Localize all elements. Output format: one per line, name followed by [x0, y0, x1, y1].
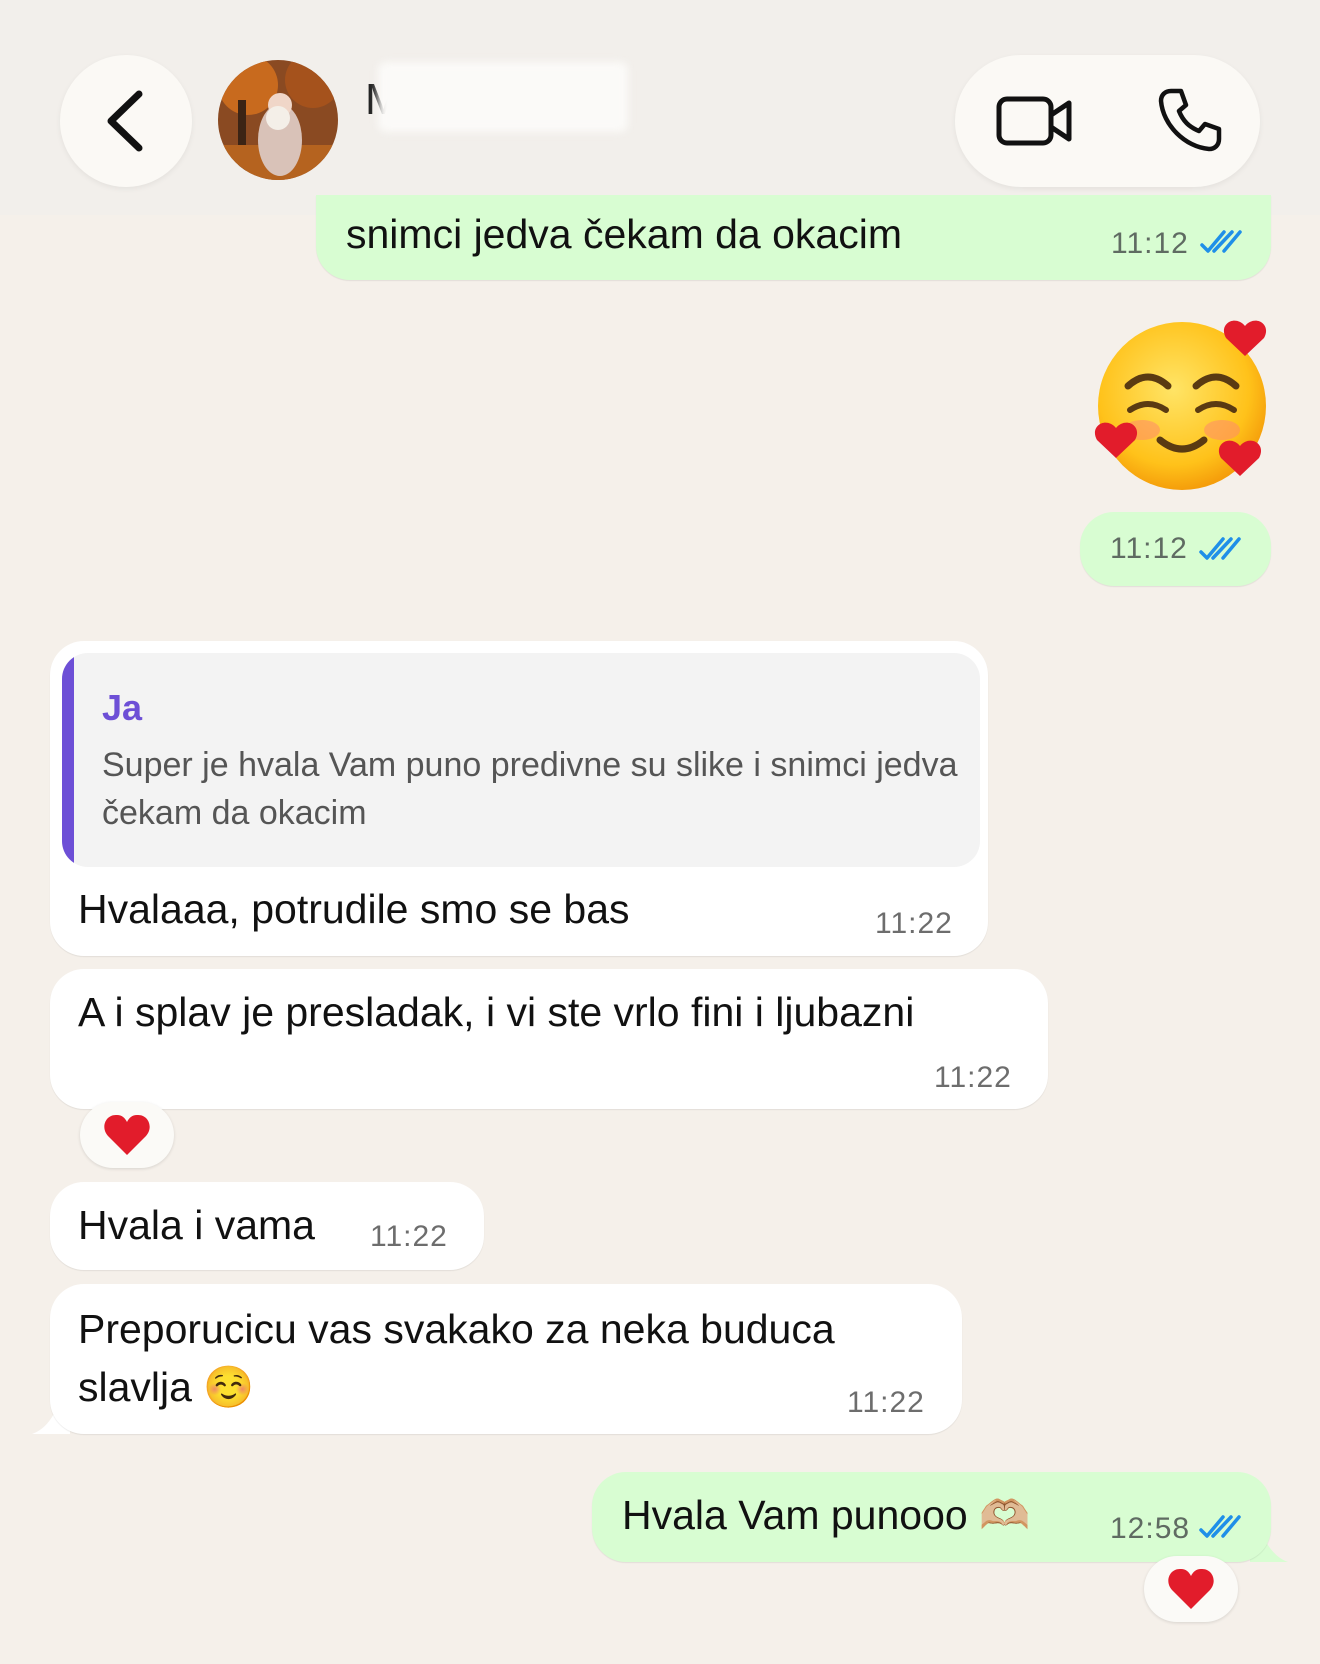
redacted-name-mask	[378, 62, 628, 132]
message-time: 11:22	[875, 907, 953, 940]
call-actions	[955, 55, 1260, 187]
avatar-photo	[218, 60, 338, 180]
incoming-message[interactable]: A i splav je presladak, i vi ste vrlo fi…	[50, 969, 1048, 1109]
message-time: 11:12	[1110, 532, 1188, 565]
message-text: Hvala i vama	[78, 1202, 315, 1248]
message-time: 12:58	[1110, 1512, 1191, 1545]
read-receipt-icon	[1199, 537, 1241, 560]
incoming-message[interactable]: Hvala i vama 11:22	[50, 1182, 484, 1270]
message-text-line-1: Preporucicu vas svakako za neka buduca	[78, 1306, 835, 1352]
message-time: 11:22	[934, 1061, 1012, 1094]
video-call-button[interactable]	[995, 91, 1075, 151]
incoming-message[interactable]: Preporucicu vas svakako za neka buduca s…	[50, 1284, 962, 1434]
video-camera-icon	[996, 96, 1072, 146]
smiling-face-with-hearts-icon	[1094, 320, 1267, 490]
voice-call-button[interactable]	[1155, 85, 1225, 155]
chevron-left-icon	[107, 90, 143, 152]
red-heart-icon	[1168, 1568, 1214, 1609]
read-receipt-icon	[1200, 230, 1242, 253]
quoted-reply[interactable]: Ja Super je hvala Vam puno predivne su s…	[62, 653, 980, 867]
message-time: 11:22	[370, 1220, 448, 1253]
red-heart-icon	[104, 1114, 150, 1155]
message-time: 11:22	[847, 1386, 925, 1419]
sticker-emoji[interactable]	[1090, 318, 1270, 498]
contact-avatar[interactable]	[218, 60, 338, 180]
reply-accent-bar	[62, 653, 74, 867]
message-text-line-2: slavlja ☺️	[78, 1364, 255, 1410]
outgoing-message-time-bubble[interactable]: 11:12	[1080, 512, 1271, 586]
outgoing-message[interactable]: Hvala Vam punooo 🫶🏼 12:58	[592, 1472, 1271, 1562]
message-text: Hvala Vam punooo 🫶🏼	[622, 1492, 1031, 1538]
reply-text: Super je hvala Vam puno predivne su slik…	[102, 746, 958, 832]
message-text: snimci jedva čekam da okacim	[346, 211, 902, 257]
message-time: 11:12	[1111, 227, 1189, 260]
phone-icon	[1158, 88, 1222, 152]
reply-author: Ja	[102, 687, 143, 728]
message-text: Hvalaaa, potrudile smo se bas	[78, 886, 630, 932]
message-reaction[interactable]	[80, 1102, 174, 1168]
outgoing-message[interactable]: snimci jedva čekam da okacim 11:12	[316, 195, 1271, 280]
back-button[interactable]	[60, 55, 192, 187]
incoming-message[interactable]: Ja Super je hvala Vam puno predivne su s…	[50, 641, 988, 956]
read-receipt-icon	[1199, 1515, 1241, 1538]
message-reaction[interactable]	[1144, 1556, 1238, 1622]
chat-header: M	[0, 0, 1320, 215]
message-text: A i splav je presladak, i vi ste vrlo fi…	[78, 989, 915, 1035]
